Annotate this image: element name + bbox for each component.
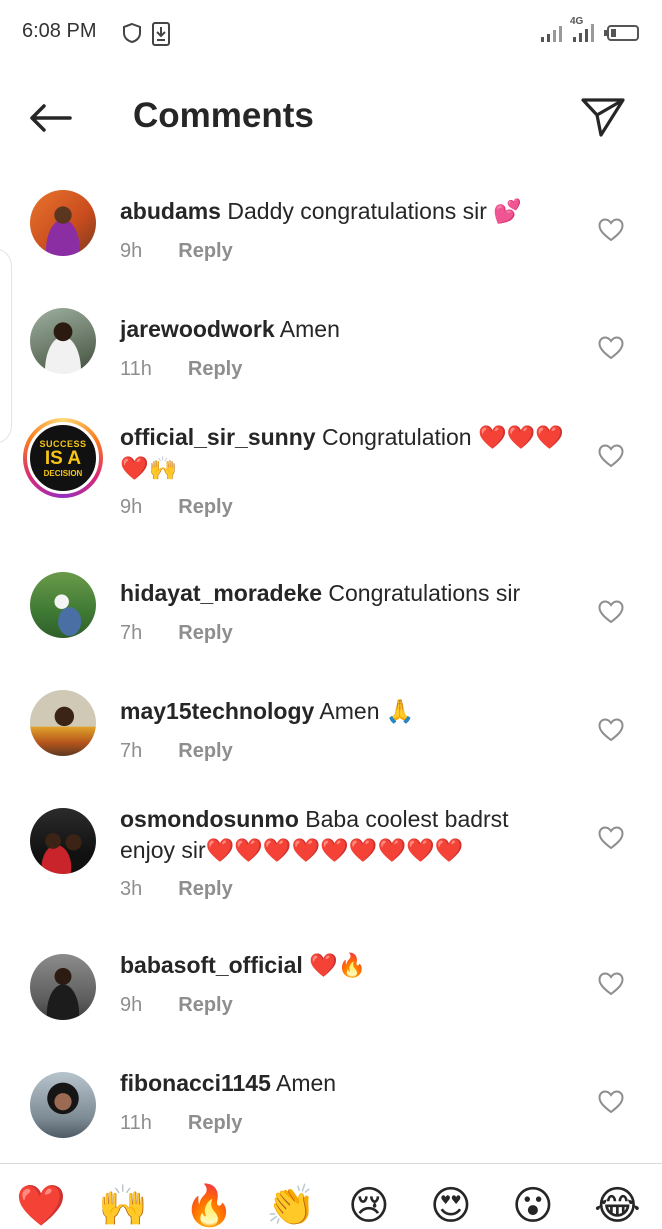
comment-time: 7h [120, 622, 143, 644]
status-bar: 6:08 PM 4G [0, 0, 662, 66]
back-button[interactable] [28, 98, 76, 138]
comment-body: ❤️🔥 [309, 952, 367, 978]
heart-icon[interactable] [598, 1090, 624, 1114]
comment-username[interactable]: official_sir_sunny [120, 424, 316, 450]
heart-icon[interactable] [598, 718, 624, 742]
avatar[interactable] [30, 572, 96, 638]
arrow-left-icon [30, 104, 72, 132]
heart-icon[interactable] [598, 336, 624, 360]
comment-username[interactable]: osmondosunmo [120, 806, 299, 832]
comment-time: 9h [120, 994, 143, 1016]
comment-body: Daddy congratulations sir 💕 [227, 198, 522, 224]
comment-text: may15technology Amen 🙏 [120, 696, 575, 727]
avatar[interactable] [30, 808, 96, 874]
comment-body: Amen 🙏 [319, 698, 415, 724]
avatar[interactable] [30, 190, 96, 256]
comment-meta: 11h Reply [120, 1112, 242, 1135]
header: Comments [0, 66, 662, 170]
comment-text: jarewoodwork Amen [120, 314, 575, 345]
comment-username[interactable]: hidayat_moradeke [120, 580, 322, 606]
comment-time: 3h [120, 878, 143, 900]
edge-panel-handle[interactable] [0, 248, 12, 444]
comment-text: official_sir_sunny Congratulation ❤️❤️❤️… [120, 422, 570, 484]
emoji-surprised-button[interactable]: 😮 [512, 1182, 554, 1229]
avatar[interactable] [30, 308, 96, 374]
reply-button[interactable]: Reply [178, 878, 232, 901]
comment-username[interactable]: abudams [120, 198, 221, 224]
avatar[interactable] [30, 1072, 96, 1138]
comment-username[interactable]: fibonacci1145 [120, 1070, 271, 1096]
comment-body: Amen [275, 1070, 337, 1096]
share-button[interactable] [580, 96, 628, 140]
emoji-laughing-button[interactable]: 😂 [594, 1182, 641, 1229]
comment-meta: 7h Reply [120, 622, 233, 645]
comment-meta: 9h Reply [120, 496, 233, 519]
comment-time: 11h [120, 1112, 152, 1134]
comment-text: abudams Daddy congratulations sir 💕 [120, 196, 575, 227]
comment-time: 9h [120, 240, 143, 262]
comment-text: fibonacci1145 Amen [120, 1068, 575, 1099]
paper-plane-icon [581, 98, 625, 137]
comment-username[interactable]: may15technology [120, 698, 314, 724]
comment-meta: 9h Reply [120, 994, 233, 1017]
comment-time: 9h [120, 496, 143, 518]
emoji-clap-button[interactable]: 👏 [266, 1182, 316, 1229]
avatar[interactable] [30, 954, 96, 1020]
reply-button[interactable]: Reply [178, 496, 232, 519]
comment-username[interactable]: babasoft_official [120, 952, 303, 978]
emoji-crying-button[interactable]: 😢 [348, 1182, 390, 1229]
avatar-image: SUCCESS IS A DECISION [27, 422, 99, 494]
story-avatar[interactable]: SUCCESS IS A DECISION [23, 418, 103, 498]
reply-button[interactable]: Reply [178, 240, 232, 263]
emoji-fire-button[interactable]: 🔥 [184, 1182, 234, 1229]
avatar[interactable] [30, 690, 96, 756]
signal-icon [541, 26, 562, 42]
comment-meta: 11h Reply [120, 358, 242, 381]
heart-icon[interactable] [598, 218, 624, 242]
reply-button[interactable]: Reply [178, 740, 232, 763]
signal-icon [573, 24, 594, 42]
avatar-text-line: SUCCESS [39, 438, 87, 449]
comment-body: Congratulations sir [328, 580, 521, 606]
download-icon [152, 22, 170, 46]
comment-username[interactable]: jarewoodwork [120, 316, 275, 342]
heart-icon[interactable] [598, 444, 624, 468]
heart-icon[interactable] [598, 972, 624, 996]
emoji-heart-button[interactable]: ❤️ [16, 1182, 66, 1229]
comment-meta: 9h Reply [120, 240, 233, 263]
emoji-raised-hands-button[interactable]: 🙌 [98, 1182, 148, 1229]
emoji-quick-bar: ❤️ 🙌 🔥 👏 😢 😍 😮 😂 [0, 1163, 662, 1229]
page-title: Comments [133, 96, 314, 135]
heart-icon[interactable] [598, 600, 624, 624]
comment-body: Amen [279, 316, 340, 342]
comment-time: 11h [120, 358, 152, 380]
comment-text: hidayat_moradeke Congratulations sir [120, 578, 575, 609]
reply-button[interactable]: Reply [188, 1112, 242, 1135]
comment-text: osmondosunmo Baba coolest badrst enjoy s… [120, 804, 560, 866]
comment-text: babasoft_official ❤️🔥 [120, 950, 575, 981]
heart-icon[interactable] [598, 826, 624, 850]
reply-button[interactable]: Reply [188, 358, 242, 381]
comment-meta: 3h Reply [120, 878, 233, 901]
comment-time: 7h [120, 740, 143, 762]
emoji-heart-eyes-button[interactable]: 😍 [430, 1182, 472, 1229]
battery-icon [604, 25, 639, 41]
avatar-text-line: DECISION [43, 468, 83, 478]
avatar-text-line: IS A [44, 447, 82, 469]
reply-button[interactable]: Reply [178, 622, 232, 645]
comment-meta: 7h Reply [120, 740, 233, 763]
shield-icon [123, 22, 141, 44]
reply-button[interactable]: Reply [178, 994, 232, 1017]
status-time: 6:08 PM [22, 20, 97, 42]
